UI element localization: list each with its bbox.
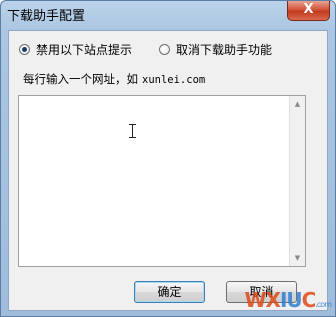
radio-cancel-helper[interactable]: 取消下载助手功能: [159, 41, 272, 57]
watermark-part-c: C: [301, 288, 317, 312]
dialog-client-area: 禁用以下站点提示 取消下载助手功能 每行输入一个网址，如 xunlei.com ▲…: [8, 30, 328, 311]
text-cursor-icon: [129, 124, 136, 138]
hint-text: 每行输入一个网址，如 xunlei.com: [23, 71, 205, 87]
radio-unchecked-icon[interactable]: [159, 43, 170, 55]
watermark-part-a: WX: [244, 288, 281, 312]
dialog-window: 下载助手配置 X 禁用以下站点提示 取消下载助手功能 每行输入一个网址，如 xun…: [0, 0, 336, 317]
site-list-textarea[interactable]: ▲ ▼: [18, 95, 306, 267]
ok-button[interactable]: 确定: [134, 281, 205, 303]
radio-disable-prompt[interactable]: 禁用以下站点提示: [19, 41, 132, 57]
close-icon: X: [303, 2, 314, 17]
hint-label: 每行输入一个网址，如: [23, 72, 138, 86]
title-bar[interactable]: 下载助手配置 X: [1, 1, 335, 29]
hint-example: xunlei.com: [142, 74, 206, 86]
watermark-part-b: IU: [279, 288, 303, 312]
watermark-logo: WXIUC.com: [245, 288, 332, 312]
radio-cancel-helper-label: 取消下载助手功能: [176, 42, 273, 57]
scroll-down-arrow-icon[interactable]: ▼: [290, 250, 305, 266]
close-button[interactable]: X: [287, 1, 330, 21]
vertical-scrollbar[interactable]: ▲ ▼: [289, 96, 305, 266]
scroll-up-arrow-icon[interactable]: ▲: [290, 96, 305, 112]
radio-checked-icon[interactable]: [19, 43, 30, 55]
window-title: 下载助手配置: [7, 9, 86, 24]
watermark-suffix: .com: [315, 300, 332, 309]
radio-disable-prompt-label: 禁用以下站点提示: [36, 42, 133, 57]
